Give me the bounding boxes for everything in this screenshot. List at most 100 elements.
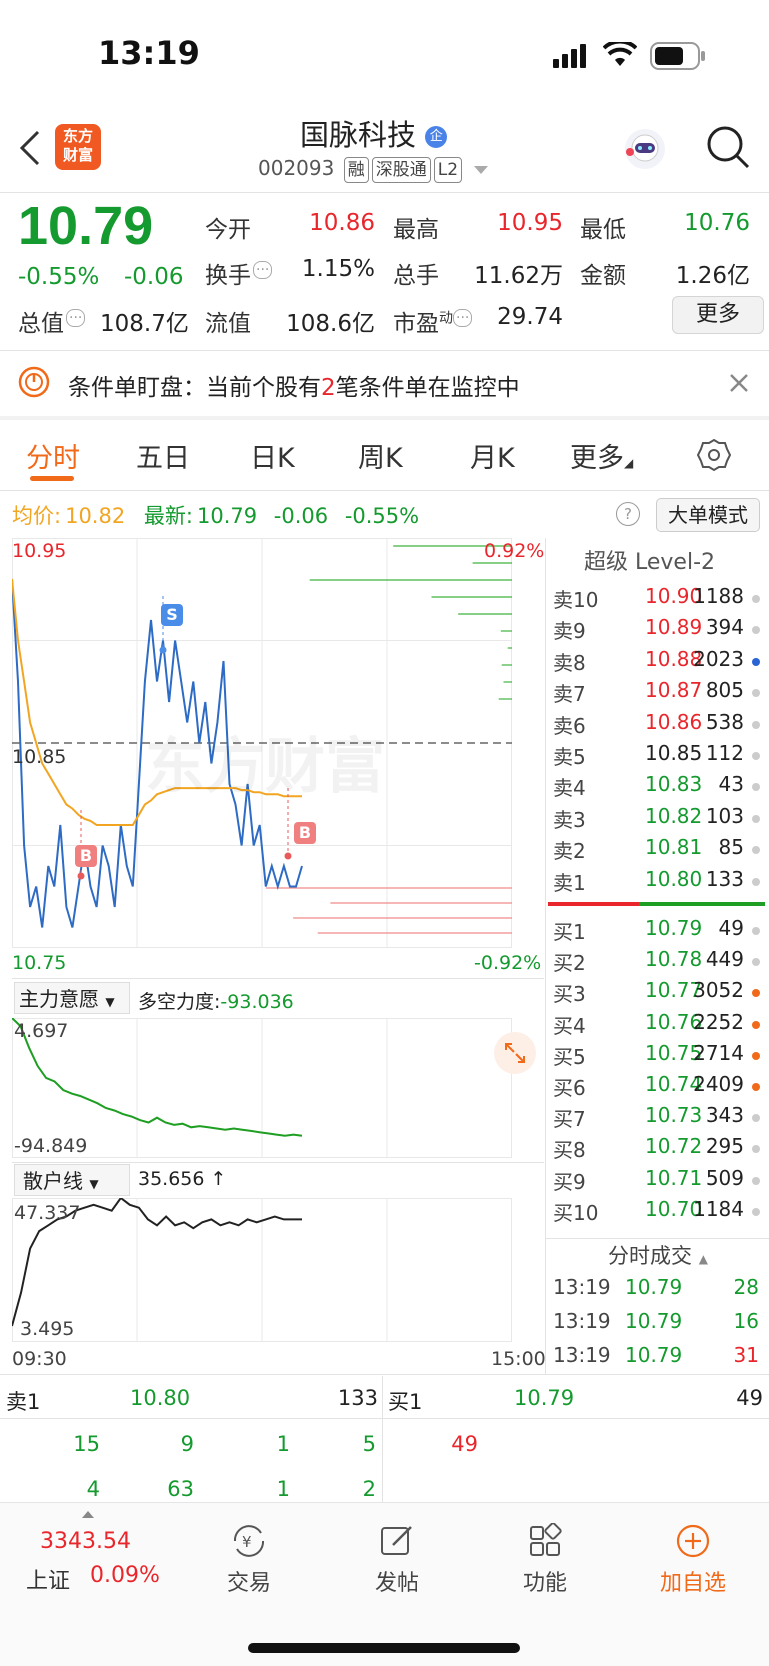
bid-dot xyxy=(752,1083,760,1091)
info-icon[interactable]: ··· xyxy=(253,261,273,280)
queue-order-volume: 63 xyxy=(167,1477,194,1501)
bid-level-label: 买1 xyxy=(553,920,586,944)
info-icon[interactable]: ··· xyxy=(453,309,473,328)
bid-level-label: 买4 xyxy=(553,1013,586,1038)
bid-row[interactable]: 买9 10.71 509 xyxy=(553,1166,763,1197)
trade-button[interactable]: ¥ 交易 xyxy=(194,1523,304,1597)
ask-dot xyxy=(752,720,760,729)
index-up-arrow-icon xyxy=(82,1511,94,1518)
amount-label: 金额 xyxy=(580,263,626,289)
tick-volume: 28 xyxy=(733,1275,759,1299)
ask-row[interactable]: 卖3 10.82 103 xyxy=(553,804,763,835)
buy-marker[interactable]: B xyxy=(294,822,316,844)
index-value[interactable]: 3343.54 xyxy=(40,1529,131,1554)
help-icon[interactable]: ? xyxy=(616,502,640,526)
ask-row[interactable]: 卖9 10.89 394 xyxy=(553,615,763,646)
add-watchlist-button[interactable]: 加自选 xyxy=(638,1523,748,1597)
edit-icon xyxy=(381,1526,412,1555)
buy-marker[interactable]: B xyxy=(75,845,97,867)
bid-row[interactable]: 买8 10.72 295 xyxy=(553,1134,763,1165)
search-icon[interactable] xyxy=(705,124,751,174)
conditional-order-banner[interactable]: 条件单盯盘：当前个股有2笔条件单在监控中 xyxy=(0,352,769,416)
ask-level-label: 卖1 xyxy=(553,870,586,895)
chart-mid-price: 10.85 xyxy=(12,746,67,768)
sell-marker[interactable]: S xyxy=(161,604,183,626)
bid-row[interactable]: 买2 10.78 449 xyxy=(553,947,763,978)
back-icon[interactable] xyxy=(18,130,40,170)
tab-5day[interactable]: 五日 xyxy=(136,436,190,475)
bid-row[interactable]: 买5 10.75 2714 xyxy=(553,1041,763,1072)
indicator-select-main-force[interactable]: 主力意愿 ▼ xyxy=(14,982,130,1014)
ticks-title[interactable]: 分时成交 ▲ xyxy=(608,1240,708,1270)
ask-volume: 112 xyxy=(705,741,744,765)
ask-level-label: 卖8 xyxy=(553,650,586,675)
sell-point xyxy=(159,646,167,654)
ask-volume: 1188 xyxy=(693,584,744,608)
settings-icon[interactable] xyxy=(696,438,732,476)
tab-active-indicator xyxy=(30,476,74,481)
ask-dot xyxy=(752,626,760,635)
float-label: 流值 xyxy=(205,311,251,337)
bid-row[interactable]: 买6 10.74 2409 xyxy=(553,1072,763,1103)
ask-row[interactable]: 卖10 10.90 1188 xyxy=(553,584,763,615)
big-order-mode-button[interactable]: 大单模式 xyxy=(656,498,760,532)
chart-watermark: 东方财富 xyxy=(145,732,385,802)
ask-level-label: 卖3 xyxy=(553,807,586,832)
expand-icon[interactable] xyxy=(494,1032,536,1074)
low-label: 最低 xyxy=(580,217,626,243)
stock-code: 002093 xyxy=(258,156,335,180)
tick-volume: 31 xyxy=(733,1343,759,1367)
high-value: 10.95 xyxy=(497,210,563,236)
ask-dot xyxy=(752,595,760,603)
bid-dot xyxy=(752,989,760,998)
ask-row[interactable]: 卖8 10.88 2023 xyxy=(553,647,763,678)
time-start: 09:30 xyxy=(12,1348,67,1370)
bid-row[interactable]: 买1 10.79 49 xyxy=(553,916,763,947)
bid-dot xyxy=(752,1051,760,1060)
sub1-bottom: -94.849 xyxy=(14,1135,88,1157)
bid-volume: 49 xyxy=(718,916,744,940)
tick-time: 13:19 xyxy=(553,1309,611,1333)
ask-row[interactable]: 卖6 10.86 538 xyxy=(553,710,763,741)
ask-volume: 133 xyxy=(705,866,744,891)
ask-row[interactable]: 卖7 10.87 805 xyxy=(553,678,763,709)
ask-level-label: 卖2 xyxy=(553,839,586,864)
ask-row[interactable]: 卖5 10.85 112 xyxy=(553,741,763,772)
tick-time: 13:19 xyxy=(553,1275,611,1299)
info-icon[interactable]: ··· xyxy=(66,309,86,328)
bid-row[interactable]: 买3 10.77 3052 xyxy=(553,978,763,1009)
tick-price: 10.79 xyxy=(625,1343,683,1367)
stock-code-line[interactable]: 002093 融深股通 L2 xyxy=(258,156,489,183)
tab-intraday[interactable]: 分时 xyxy=(26,436,80,475)
function-button[interactable]: 功能 xyxy=(490,1522,600,1597)
tab-daily-k[interactable]: 日K xyxy=(250,436,295,475)
bid-level-label: 买5 xyxy=(553,1044,586,1069)
tab-more[interactable]: 更多◢ xyxy=(570,436,633,475)
low-value: 10.76 xyxy=(684,210,750,236)
ask-row[interactable]: 卖4 10.83 43 xyxy=(553,772,763,803)
open-label: 今开 xyxy=(205,217,251,243)
dropdown-caret-icon xyxy=(474,165,489,174)
ask-level-label: 卖7 xyxy=(553,682,586,707)
robot-assistant-icon[interactable] xyxy=(622,126,668,176)
bid-row[interactable]: 买10 10.70 1184 xyxy=(553,1197,763,1228)
bid-row[interactable]: 买7 10.73 343 xyxy=(553,1103,763,1134)
post-button[interactable]: 发帖 xyxy=(342,1523,452,1597)
more-button[interactable]: 更多 xyxy=(672,296,764,334)
tab-monthly-k[interactable]: 月K xyxy=(470,436,515,475)
bid-volume: 343 xyxy=(705,1103,744,1128)
enterprise-badge: 企 xyxy=(425,126,448,148)
change-pct: -0.55% xyxy=(18,264,100,290)
close-icon[interactable] xyxy=(728,372,750,398)
spread-bar xyxy=(548,902,765,906)
bid-dot xyxy=(752,958,760,967)
queue-order-volume: 1 xyxy=(276,1477,290,1501)
main-force-value: 多空力度:-93.036 xyxy=(138,991,294,1013)
tab-weekly-k[interactable]: 周K xyxy=(358,436,403,475)
indicator-select-retail[interactable]: 散户线 ▼ xyxy=(14,1164,130,1196)
ask-row[interactable]: 卖2 10.81 85 xyxy=(553,835,763,866)
ask-row[interactable]: 卖1 10.80 133 xyxy=(553,867,763,898)
bid-row[interactable]: 买4 10.76 2252 xyxy=(553,1010,763,1041)
status-bar: 13:19 xyxy=(0,0,769,110)
home-indicator xyxy=(248,1643,520,1653)
